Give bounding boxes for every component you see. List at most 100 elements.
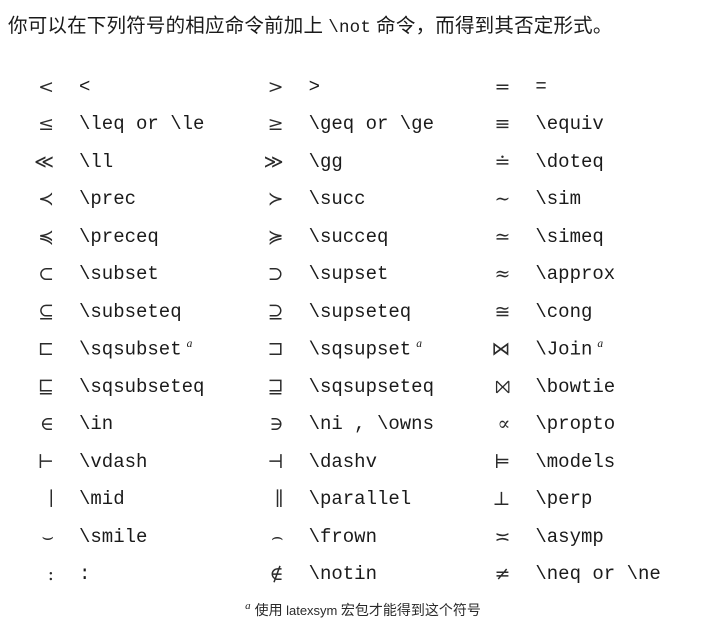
column-spacer-3 <box>661 106 726 144</box>
symbol-glyph-col3: ∼ <box>494 188 511 211</box>
symbol-command-col3: \Join a <box>535 338 604 361</box>
column-spacer-3 <box>661 518 726 556</box>
symbol-glyph-col3: ⊥ <box>492 488 511 511</box>
column-spacer-1 <box>204 293 263 331</box>
column-spacer-3 <box>661 143 726 181</box>
column-spacer-3 <box>661 218 726 256</box>
symbol-command-col2: \supset <box>308 263 389 286</box>
footnote-package-name: latexsym <box>286 603 338 618</box>
column-spacer-2 <box>434 181 490 219</box>
column-spacer-1 <box>204 443 263 481</box>
symbol-command-col1: \prec <box>78 188 136 211</box>
symbol-glyph-col2: > <box>267 75 284 98</box>
table-row: ≺ \prec ≻ \succ ∼ \sim <box>0 181 726 219</box>
symbol-glyph-col3: ⋈ <box>491 338 511 361</box>
symbol-glyph-col2: ∉ <box>269 563 284 586</box>
symbol-command-col1: \subset <box>78 263 159 286</box>
symbol-glyph-col2: ∥ <box>274 488 284 511</box>
symbol-glyph-col2: ≻ <box>267 188 284 211</box>
symbol-glyph-col3: ≃ <box>494 225 511 248</box>
table-row: ∣ \mid ∥ \parallel ⊥ \perp <box>0 481 726 519</box>
symbol-glyph-col1: ⊏ <box>37 338 54 361</box>
symbol-glyph-col2: ⊣ <box>267 450 284 473</box>
symbol-command-col1: \mid <box>78 488 125 511</box>
symbol-command-col3: \models <box>535 450 616 473</box>
symbol-command-col2: \geq or \ge <box>308 113 434 136</box>
symbol-glyph-col1: ⊂ <box>38 263 54 286</box>
table-row: ≼ \preceq ≽ \succeq ≃ \simeq <box>0 218 726 256</box>
symbol-glyph-col3: ≐ <box>494 150 511 173</box>
column-spacer-2 <box>434 293 490 331</box>
symbol-command-col3: \bowtie <box>535 375 616 398</box>
column-spacer-1 <box>204 481 263 519</box>
column-spacer-2 <box>434 443 490 481</box>
symbol-table-body: < < > > = = ≤ \leq or \le ≥ \geq or \ge … <box>0 68 726 593</box>
column-spacer-1 <box>204 218 263 256</box>
column-spacer-3 <box>661 556 726 594</box>
symbol-command-col2: \succeq <box>308 225 389 248</box>
symbol-command-col1: < <box>78 75 91 98</box>
footnote-marker-icon: a <box>245 600 251 613</box>
column-spacer-1 <box>204 518 263 556</box>
symbol-glyph-col1: : <box>47 563 54 586</box>
column-spacer-1 <box>204 106 263 144</box>
table-row: ≪ \ll ≫ \gg ≐ \doteq <box>0 143 726 181</box>
table-row: ⌣ \smile ⌢ \frown ≍ \asymp <box>0 518 726 556</box>
column-spacer-1 <box>204 256 263 294</box>
symbol-command-col2: \notin <box>308 563 377 586</box>
symbol-glyph-col2: ⊒ <box>267 375 284 398</box>
column-spacer-2 <box>434 368 490 406</box>
column-spacer-2 <box>434 331 490 369</box>
column-spacer-1 <box>204 181 263 219</box>
column-spacer-2 <box>434 406 490 444</box>
footnote: a 使用 latexsym 宏包才能得到这个符号 <box>0 600 726 620</box>
symbol-glyph-col2: ∋ <box>269 413 284 436</box>
symbol-command-col2: \ni , \owns <box>308 413 434 436</box>
table-row: ≤ \leq or \le ≥ \geq or \ge ≡ \equiv <box>0 106 726 144</box>
column-spacer-2 <box>434 256 490 294</box>
table-row: : : ∉ \notin ≠ \neq or \ne <box>0 556 726 594</box>
table-row: < < > > = = <box>0 68 726 106</box>
symbol-command-col2: \gg <box>308 150 343 173</box>
table-row: ⊂ \subset ⊃ \supset ≈ \approx <box>0 256 726 294</box>
symbol-glyph-col3: ≅ <box>494 300 511 323</box>
symbol-glyph-col1: < <box>38 75 54 98</box>
column-spacer-1 <box>204 68 263 106</box>
symbol-glyph-col1: ≪ <box>34 150 54 173</box>
symbol-glyph-col3: ≈ <box>494 263 511 286</box>
footnote-text-before: 使用 <box>254 604 287 619</box>
column-spacer-2 <box>434 218 490 256</box>
symbol-command-col1: \in <box>78 413 114 436</box>
column-spacer-2 <box>434 556 490 594</box>
symbol-glyph-col2: ≥ <box>267 113 284 136</box>
intro-text-before: 你可以在下列符号的相应命令前加上 <box>8 16 329 37</box>
table-row: ∈ \in ∋ \ni , \owns ∝ \propto <box>0 406 726 444</box>
intro-paragraph: 你可以在下列符号的相应命令前加上 \not 命令，而得到其否定形式。 <box>8 14 718 41</box>
symbol-glyph-col1: ⌣ <box>41 525 54 548</box>
column-spacer-2 <box>434 68 490 106</box>
footnote-marker-icon: a <box>416 338 422 351</box>
column-spacer-2 <box>434 106 490 144</box>
symbol-command-col1: \ll <box>78 150 114 173</box>
symbol-glyph-col1: ≤ <box>38 113 54 136</box>
symbol-command-col1: \smile <box>78 525 148 548</box>
column-spacer-2 <box>434 518 490 556</box>
symbol-glyph-col1: ⊑ <box>37 375 54 398</box>
footnote-text-after: 宏包才能得到这个符号 <box>337 604 481 619</box>
symbol-command-col3: \perp <box>535 488 593 511</box>
symbol-command-col2: \sqsupseteq <box>308 375 434 398</box>
symbol-command-col1: \sqsubset a <box>78 338 193 361</box>
column-spacer-1 <box>204 406 263 444</box>
column-spacer-3 <box>661 406 726 444</box>
footnote-marker-icon: a <box>186 338 193 351</box>
symbol-command-col3: \sim <box>535 188 581 211</box>
symbol-glyph-col3: ≍ <box>494 525 511 548</box>
symbol-command-col3: \doteq <box>535 150 604 173</box>
column-spacer-3 <box>661 368 726 406</box>
symbol-command-col2: > <box>308 75 320 98</box>
symbol-command-col2: \frown <box>308 525 377 548</box>
symbol-command-col1: \leq or \le <box>78 113 205 136</box>
symbol-command-col2: \dashv <box>308 450 377 473</box>
symbol-glyph-col3: = <box>494 75 511 98</box>
symbol-glyph-col2: ⊃ <box>267 263 284 286</box>
